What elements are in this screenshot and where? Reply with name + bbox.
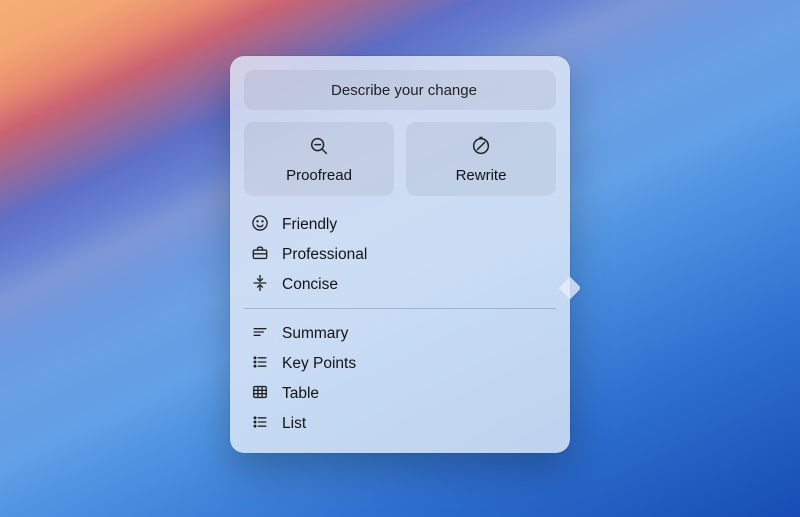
- rewrite-label: Rewrite: [456, 167, 507, 184]
- tone-concise-label: Concise: [282, 276, 338, 294]
- proofread-icon: [308, 135, 330, 161]
- format-keypoints-label: Key Points: [282, 355, 356, 373]
- format-summary[interactable]: Summary: [246, 319, 554, 349]
- tone-menu: Friendly Professional Concise: [244, 206, 556, 302]
- bullet-list-icon: [250, 352, 270, 377]
- format-table-label: Table: [282, 385, 319, 403]
- briefcase-icon: [250, 243, 270, 268]
- tone-professional[interactable]: Professional: [246, 240, 554, 270]
- compress-icon: [250, 273, 270, 298]
- menu-separator: [244, 308, 556, 309]
- summary-icon: [250, 322, 270, 347]
- describe-change-button[interactable]: Describe your change: [244, 70, 556, 110]
- tone-friendly[interactable]: Friendly: [246, 210, 554, 240]
- format-summary-label: Summary: [282, 325, 348, 343]
- rewrite-button[interactable]: Rewrite: [406, 122, 556, 196]
- format-list-label: List: [282, 415, 306, 433]
- format-table[interactable]: Table: [246, 379, 554, 409]
- tone-friendly-label: Friendly: [282, 216, 337, 234]
- proofread-label: Proofread: [286, 167, 352, 184]
- table-icon: [250, 382, 270, 407]
- smile-icon: [250, 213, 270, 238]
- format-keypoints[interactable]: Key Points: [246, 349, 554, 379]
- tone-professional-label: Professional: [282, 246, 367, 264]
- proofread-button[interactable]: Proofread: [244, 122, 394, 196]
- describe-change-label: Describe your change: [331, 82, 477, 99]
- format-list[interactable]: List: [246, 409, 554, 439]
- list-icon: [250, 412, 270, 437]
- rewrite-icon: [470, 135, 492, 161]
- primary-actions-row: Proofread Rewrite: [244, 122, 556, 196]
- tone-concise[interactable]: Concise: [246, 270, 554, 300]
- writing-tools-panel: Describe your change Proofread: [230, 56, 570, 453]
- format-menu: Summary Key Points Table List: [244, 315, 556, 441]
